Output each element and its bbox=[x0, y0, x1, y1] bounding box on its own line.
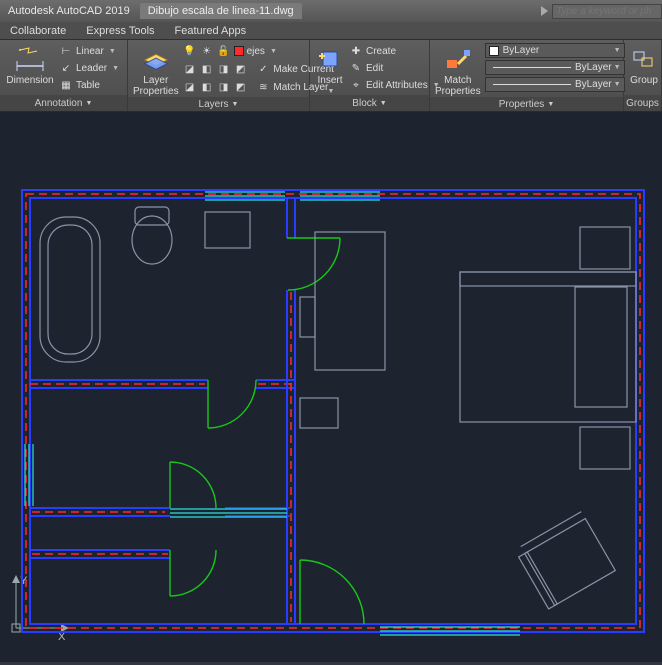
chevron-down-icon: ▼ bbox=[328, 88, 335, 95]
create-label: Create bbox=[366, 46, 396, 57]
chevron-down-icon: ▼ bbox=[614, 64, 621, 71]
panel-properties: Match Properties ByLayer ▼ ByLayer ▼ ByL… bbox=[430, 40, 624, 111]
ribbon: Dimension ⊢ Linear ▼ ↙ Leader ▼ ▦ Table bbox=[0, 40, 662, 112]
layer-off-icon[interactable]: ◪ bbox=[183, 62, 197, 76]
search-input[interactable] bbox=[552, 4, 662, 19]
leader-icon: ↙ bbox=[59, 61, 73, 75]
layer-color-swatch bbox=[234, 46, 244, 56]
lightbulb-icon: 💡 bbox=[183, 44, 197, 58]
edit-attrs-label: Edit Attributes bbox=[366, 80, 428, 91]
match-properties-button[interactable]: Match Properties bbox=[435, 43, 481, 97]
lock-icon: 🔓 bbox=[217, 44, 231, 58]
lineweight-preview bbox=[493, 67, 571, 68]
linetype-value: ByLayer bbox=[575, 79, 612, 90]
insert-label: Insert bbox=[317, 75, 342, 86]
tab-collaborate[interactable]: Collaborate bbox=[0, 23, 76, 39]
linear-button[interactable]: ⊢ Linear ▼ bbox=[59, 43, 119, 59]
linetype-selector[interactable]: ByLayer ▼ bbox=[485, 77, 625, 92]
insert-icon bbox=[315, 45, 345, 73]
drawing-canvas[interactable]: X Y bbox=[0, 112, 662, 662]
leader-label: Leader bbox=[76, 63, 107, 74]
color-selector[interactable]: ByLayer ▼ bbox=[485, 43, 625, 58]
group-icon bbox=[629, 45, 659, 73]
layer-c-icon[interactable]: ◨ bbox=[217, 80, 231, 94]
layer-properties-button[interactable]: Layer Properties bbox=[133, 43, 179, 97]
panel-block: Insert ▼ ✚Create ✎Edit ⌖Edit Attributes ▼… bbox=[310, 40, 430, 111]
match-properties-icon bbox=[443, 45, 473, 73]
create-button[interactable]: ✚Create bbox=[349, 43, 440, 59]
lineweight-value: ByLayer bbox=[575, 62, 612, 73]
layer-a-icon[interactable]: ◪ bbox=[183, 80, 197, 94]
chevron-down-icon: ▼ bbox=[270, 48, 277, 55]
layer-b-icon[interactable]: ◧ bbox=[200, 80, 214, 94]
floorplan bbox=[22, 190, 644, 635]
layer-d-icon[interactable]: ◩ bbox=[234, 80, 248, 94]
tab-featured-apps[interactable]: Featured Apps bbox=[165, 23, 257, 39]
dimension-label: Dimension bbox=[6, 75, 53, 86]
file-tab[interactable]: Dibujo escala de linea-11.dwg bbox=[140, 3, 302, 19]
table-button[interactable]: ▦ Table bbox=[59, 77, 119, 93]
panel-label-properties[interactable]: Properties▼ bbox=[430, 97, 623, 111]
ribbon-tabs: Collaborate Express Tools Featured Apps bbox=[0, 22, 662, 40]
lineweight-selector[interactable]: ByLayer ▼ bbox=[485, 60, 625, 75]
tab-express-tools[interactable]: Express Tools bbox=[76, 23, 164, 39]
edit-attrs-button[interactable]: ⌖Edit Attributes▼ bbox=[349, 77, 440, 93]
layer-current-name: ejes bbox=[247, 46, 265, 57]
leader-button[interactable]: ↙ Leader ▼ bbox=[59, 60, 119, 76]
make-current-icon: ✓ bbox=[256, 62, 270, 76]
layer-freeze-icon[interactable]: ◨ bbox=[217, 62, 231, 76]
chevron-down-icon: ▼ bbox=[614, 81, 621, 88]
panel-label-groups[interactable]: Groups bbox=[624, 95, 661, 111]
linear-icon: ⊢ bbox=[59, 44, 73, 58]
play-icon[interactable] bbox=[541, 6, 548, 16]
panel-label-layers[interactable]: Layers▼ bbox=[128, 97, 309, 111]
panel-label-block[interactable]: Block▼ bbox=[310, 95, 429, 111]
edit-icon: ✎ bbox=[349, 61, 363, 75]
panel-label-annotation[interactable]: Annotation▼ bbox=[0, 95, 127, 111]
layer-lock-icon[interactable]: ◩ bbox=[234, 62, 248, 76]
table-icon: ▦ bbox=[59, 78, 73, 92]
color-value: ByLayer bbox=[503, 45, 540, 56]
layer-properties-label: Layer Properties bbox=[133, 75, 179, 97]
match-properties-label: Match Properties bbox=[435, 75, 481, 97]
edit-label: Edit bbox=[366, 63, 383, 74]
panel-layers: Layer Properties 💡 ☀ 🔓 ejes ▼ ◪ ◧ ◨ ◩ bbox=[128, 40, 310, 111]
insert-button[interactable]: Insert ▼ bbox=[315, 43, 345, 95]
chevron-down-icon: ▼ bbox=[112, 65, 119, 72]
layer-properties-icon bbox=[141, 45, 171, 73]
create-icon: ✚ bbox=[349, 44, 363, 58]
color-swatch bbox=[489, 46, 499, 56]
linetype-preview bbox=[493, 84, 571, 85]
app-name: Autodesk AutoCAD 2019 bbox=[8, 5, 130, 17]
match-layer-icon: ≋ bbox=[256, 80, 270, 94]
layer-iso-icon[interactable]: ◧ bbox=[200, 62, 214, 76]
edit-attrs-icon: ⌖ bbox=[349, 78, 363, 92]
chevron-down-icon: ▼ bbox=[109, 48, 116, 55]
dimension-icon bbox=[15, 45, 45, 73]
linear-label: Linear bbox=[76, 46, 104, 57]
panel-groups: Group Groups bbox=[624, 40, 662, 111]
group-button[interactable]: Group bbox=[629, 43, 659, 95]
title-bar: Autodesk AutoCAD 2019 Dibujo escala de l… bbox=[0, 0, 662, 22]
sun-icon: ☀ bbox=[200, 44, 214, 58]
panel-annotation: Dimension ⊢ Linear ▼ ↙ Leader ▼ ▦ Table bbox=[0, 40, 128, 111]
dimension-button[interactable]: Dimension bbox=[5, 43, 55, 95]
chevron-down-icon: ▼ bbox=[614, 47, 621, 54]
edit-button[interactable]: ✎Edit bbox=[349, 60, 440, 76]
table-label: Table bbox=[76, 80, 100, 91]
group-label: Group bbox=[630, 75, 658, 86]
